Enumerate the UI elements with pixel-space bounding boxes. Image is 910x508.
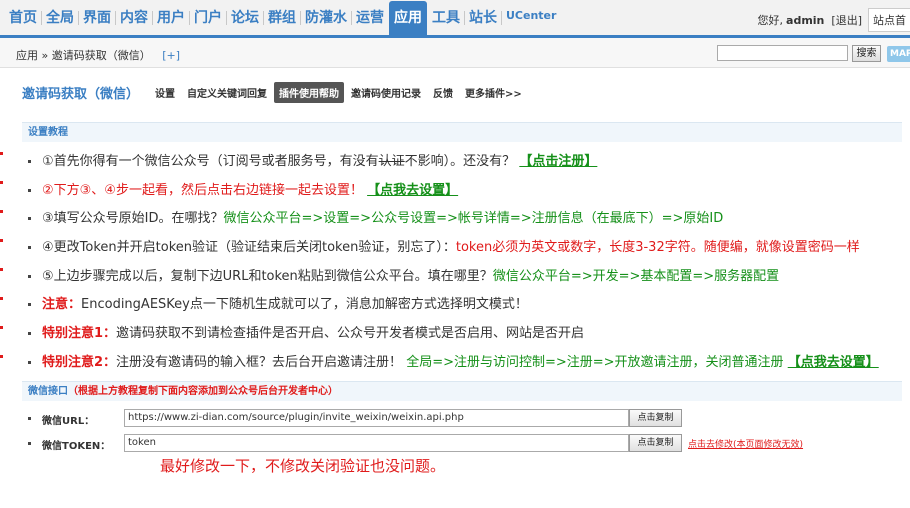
note-3-text: 注册没有邀请码的输入框？去后台开启邀请注册！ bbox=[116, 354, 403, 370]
search-input[interactable] bbox=[717, 45, 848, 61]
plugin-title: 邀请码获取（微信） bbox=[22, 87, 140, 102]
step-5-text: ⑤上边步骤完成以后，复制下边URL和token粘贴到微信公众平台。填在哪里？ bbox=[42, 268, 493, 284]
nav-separator bbox=[115, 11, 116, 25]
plugin-tabs: 设置 自定义关键词回复 插件使用帮助 邀请码使用记录 反馈 更多插件>> bbox=[150, 82, 529, 103]
nav-groups[interactable]: 群组 bbox=[265, 9, 299, 35]
url-field[interactable]: https://www.zi-dian.com/source/plugin/in… bbox=[124, 409, 629, 427]
site-home-link[interactable]: 站点首 bbox=[868, 8, 910, 32]
marker bbox=[0, 210, 3, 213]
step-1-text-end: 不影响）。还没有？ bbox=[404, 154, 516, 169]
left-markers bbox=[0, 150, 6, 384]
note-3-label: 特别注意2： bbox=[42, 354, 117, 370]
top-nav-bar: 首页 全局 界面 内容 用户 门户 论坛 群组 防灌水 运营 应用 工具 站长 … bbox=[0, 0, 910, 38]
nav-tools[interactable]: 工具 bbox=[429, 9, 463, 35]
nav-separator bbox=[226, 11, 227, 25]
nav-antispam[interactable]: 防灌水 bbox=[302, 9, 350, 35]
copy-token-button[interactable]: 点击复制 bbox=[629, 434, 682, 452]
username: admin bbox=[786, 13, 825, 27]
note-1-text: EncodingAESKey点一下随机生成就可以了，消息加解密方式选择明文模式！ bbox=[81, 297, 528, 313]
marker bbox=[0, 326, 3, 329]
marker bbox=[0, 297, 3, 300]
nav-separator bbox=[300, 11, 301, 25]
nav-separator bbox=[41, 11, 42, 25]
note-1-label: 注意： bbox=[42, 297, 82, 313]
nav-separator bbox=[501, 11, 502, 25]
section-header: 设置教程 bbox=[22, 122, 902, 142]
note-3: 特别注意2：注册没有邀请码的输入框？去后台开启邀请注册！ 全局=>注册与访问控制… bbox=[22, 351, 902, 380]
url-label: 微信URL： bbox=[42, 416, 95, 427]
nav-forum[interactable]: 论坛 bbox=[228, 9, 262, 35]
note-1: 注意：EncodingAESKey点一下随机生成就可以了，消息加解密方式选择明文… bbox=[22, 293, 902, 322]
map-button[interactable]: MAP bbox=[887, 46, 910, 62]
tutorial-steps: ①首先你得有一个微信公众号（订阅号或者服务号，有没有认证不影响）。还没有？ 【点… bbox=[22, 150, 902, 380]
step-5: ⑤上边步骤完成以后，复制下边URL和token粘贴到微信公众平台。填在哪里？微信… bbox=[22, 265, 902, 294]
breadcrumb-text: 应用 » 邀请码获取（微信） bbox=[16, 49, 151, 62]
nav-webmaster[interactable]: 站长 bbox=[466, 9, 500, 35]
step-4-rule: token必须为英文或数字，长度3-32字符。随便编，就像设置密码一样 bbox=[455, 240, 860, 256]
search-button[interactable]: 搜索 bbox=[852, 45, 881, 62]
step-2: ②下方③、④步一起看，然后点击右边链接一起去设置！ 【点我去设置】 bbox=[22, 179, 902, 208]
register-link[interactable]: 【点击注册】 bbox=[519, 154, 597, 169]
logout-link[interactable]: [退出] bbox=[831, 12, 862, 28]
url-row: 微信URL： https://www.zi-dian.com/source/pl… bbox=[22, 409, 902, 429]
nav-global[interactable]: 全局 bbox=[43, 9, 77, 35]
step-4-text: ④更改Token并开启token验证（验证结束后关闭token验证，别忘了）： bbox=[42, 240, 456, 256]
step-3-text: ③填写公众号原始ID。在哪找？ bbox=[42, 211, 224, 227]
step-5-path: 微信公众平台=>开发=>基本配置=>服务器配置 bbox=[492, 268, 780, 284]
copy-url-button[interactable]: 点击复制 bbox=[629, 409, 682, 427]
top-nav: 首页 全局 界面 内容 用户 门户 论坛 群组 防灌水 运营 应用 工具 站长 … bbox=[6, 0, 559, 35]
tab-usage-records[interactable]: 邀请码使用记录 bbox=[346, 82, 426, 103]
nav-interface[interactable]: 界面 bbox=[80, 9, 114, 35]
api-title: 微信接口 bbox=[28, 386, 68, 397]
nav-separator bbox=[263, 11, 264, 25]
marker bbox=[0, 355, 3, 358]
tab-keyword-reply[interactable]: 自定义关键词回复 bbox=[182, 82, 272, 103]
step-4: ④更改Token并开启token验证（验证结束后关闭token验证，别忘了）：t… bbox=[22, 236, 902, 265]
note-2-text: 邀请码获取不到请检查插件是否开启、公众号开发者模式是否启用、网站是否开启 bbox=[116, 326, 585, 342]
tab-feedback[interactable]: 反馈 bbox=[428, 82, 458, 103]
tab-settings[interactable]: 设置 bbox=[150, 82, 180, 103]
nav-apps[interactable]: 应用 bbox=[389, 1, 427, 35]
nav-ucenter[interactable]: UCenter bbox=[503, 7, 559, 35]
nav-content[interactable]: 内容 bbox=[117, 9, 151, 35]
nav-operations[interactable]: 运营 bbox=[353, 9, 387, 35]
nav-separator bbox=[351, 11, 352, 25]
step-1: ①首先你得有一个微信公众号（订阅号或者服务号，有没有认证不影响）。还没有？ 【点… bbox=[22, 150, 902, 179]
api-header: 微信接口（根据上方教程复制下面内容添加到公众号后台开发者中心） bbox=[22, 381, 902, 401]
nav-separator bbox=[152, 11, 153, 25]
tab-more-plugins[interactable]: 更多插件>> bbox=[460, 82, 527, 103]
marker bbox=[0, 152, 3, 155]
note-2-label: 特别注意1： bbox=[42, 326, 117, 342]
note-2: 特别注意1：邀请码获取不到请检查插件是否开启、公众号开发者模式是否启用、网站是否… bbox=[22, 322, 902, 351]
user-box: 您好, admin [退出] 站点首 bbox=[758, 8, 910, 32]
token-field[interactable]: token bbox=[124, 434, 629, 452]
step-3: ③填写公众号原始ID。在哪找？微信公众平台=>设置=>公众号设置=>帐号详情=>… bbox=[22, 207, 902, 236]
goto-invite-settings-link[interactable]: 【点我去设置】 bbox=[788, 355, 879, 370]
marker bbox=[0, 268, 3, 271]
breadcrumb: 应用 » 邀请码获取（微信） [+] bbox=[16, 47, 180, 63]
token-row: 微信TOKEN： token 点击复制 点击去修改(本页面修改无效) bbox=[22, 434, 902, 454]
goto-settings-link[interactable]: 【点我去设置】 bbox=[367, 183, 458, 198]
nav-separator bbox=[464, 11, 465, 25]
step-3-path: 微信公众平台=>设置=>公众号设置=>帐号详情=>注册信息（在最底下）=>原始I… bbox=[223, 211, 724, 227]
nav-separator bbox=[78, 11, 79, 25]
modify-token-link[interactable]: 点击去修改(本页面修改无效) bbox=[688, 437, 803, 450]
step-1-struck: 认证 bbox=[378, 154, 405, 169]
note-3-path: 全局=>注册与访问控制=>注册=>开放邀请注册，关闭普通注册 bbox=[406, 354, 784, 370]
nav-separator bbox=[189, 11, 190, 25]
api-subtitle: （根据上方教程复制下面内容添加到公众号后台开发者中心） bbox=[68, 386, 338, 397]
greeting: 您好, bbox=[757, 14, 784, 27]
step-1-text: ①首先你得有一个微信公众号（订阅号或者服务号，有没有 bbox=[42, 154, 379, 169]
nav-portal[interactable]: 门户 bbox=[191, 9, 225, 35]
nav-home[interactable]: 首页 bbox=[6, 9, 40, 35]
nav-users[interactable]: 用户 bbox=[154, 9, 188, 35]
token-label: 微信TOKEN： bbox=[42, 441, 111, 452]
handwritten-note: 最好修改一下，不修改关闭验证也没问题。 bbox=[160, 457, 446, 475]
marker bbox=[0, 181, 3, 184]
step-2-text: ②下方③、④步一起看，然后点击右边链接一起去设置！ bbox=[42, 182, 363, 198]
tab-plugin-help[interactable]: 插件使用帮助 bbox=[274, 82, 344, 103]
marker bbox=[0, 239, 3, 242]
add-shortcut-link[interactable]: [+] bbox=[162, 49, 180, 62]
